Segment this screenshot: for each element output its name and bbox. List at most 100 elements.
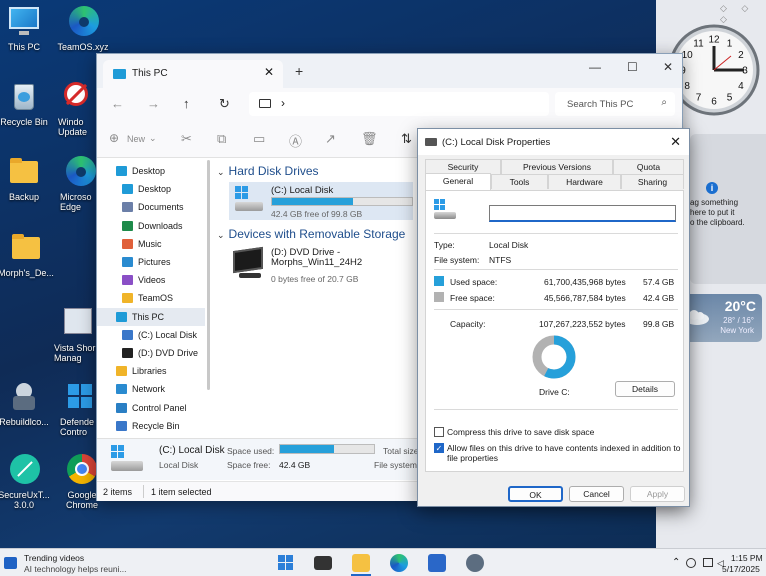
tab-previous-versions[interactable]: Previous Versions [501, 159, 613, 174]
desktop-icon-backup[interactable]: Backup [0, 155, 54, 202]
explorer-tab[interactable]: This PC ✕ [103, 60, 283, 88]
drive-free-text: 0 bytes free of 20.7 GB [271, 274, 359, 284]
nav-item[interactable]: Videos [97, 271, 205, 289]
index-label: Allow files on this drive to have conten… [447, 443, 681, 463]
group-label: Devices with Removable Storage [228, 227, 406, 241]
file-explorer-taskbar-icon[interactable] [352, 554, 370, 572]
separator [434, 269, 678, 270]
dialog-titlebar[interactable]: (C:) Local Disk Properties ✕ [418, 129, 689, 155]
tab-quota[interactable]: Quota [613, 159, 684, 174]
details-button[interactable]: Details [615, 381, 675, 397]
address-bar[interactable]: › [249, 92, 549, 116]
nav-item-label: Recycle Bin [132, 420, 180, 431]
nav-item[interactable]: Documents [97, 198, 205, 216]
tab-close-button[interactable]: ✕ [264, 65, 274, 79]
minimize-button[interactable]: — [589, 60, 601, 74]
group-removable-storage[interactable]: ⌄ Devices with Removable Storage [217, 227, 405, 241]
tab-security[interactable]: Security [425, 159, 501, 174]
free-space-swatch [434, 292, 444, 302]
dialog-close-button[interactable]: ✕ [670, 134, 681, 150]
desktop-icon-morphs[interactable]: Morph's_De... [0, 231, 58, 278]
nav-item[interactable]: This PC [97, 307, 205, 326]
desktop-icon-teamos[interactable]: TeamOS.xyz [53, 5, 113, 52]
paste-icon[interactable]: ▭ [253, 131, 265, 147]
compress-checkbox[interactable] [434, 427, 444, 437]
back-button[interactable]: ← [111, 96, 124, 111]
tab-tools[interactable]: Tools [491, 174, 548, 189]
desktop-icon-rebuild[interactable]: Rebuildlco... [0, 380, 54, 427]
nav-item[interactable]: (C:) Local Disk [97, 326, 205, 344]
nav-item[interactable]: Control Panel [97, 399, 205, 417]
refresh-button[interactable]: ↻ [219, 96, 230, 112]
new-tab-button[interactable]: + [295, 63, 303, 79]
clock-date[interactable]: 5/17/2025 [722, 564, 760, 574]
up-button[interactable]: ↑ [183, 96, 190, 111]
desktop-icon-defender[interactable]: Defende Contro [60, 380, 98, 437]
properties-dialog[interactable]: (C:) Local Disk Properties ✕ Security Pr… [417, 128, 690, 507]
desktop-icon-secureux[interactable]: SecureUxT... 3.0.0 [0, 453, 54, 510]
network-icon[interactable] [686, 558, 696, 568]
group-hard-disk-drives[interactable]: ⌄ Hard Disk Drives [217, 164, 319, 178]
edge-icon [64, 155, 98, 189]
desktop-icon-this-pc[interactable]: This PC [0, 5, 54, 52]
nav-item-icon [116, 311, 127, 322]
delete-icon[interactable]: 🗑 [361, 131, 378, 147]
general-tab-panel: Type: Local Disk File system: NTFS Used … [425, 190, 684, 472]
cut-icon[interactable]: ✂ [181, 131, 192, 147]
close-button[interactable]: ✕ [663, 60, 673, 74]
news-subtitle[interactable]: AI technology helps reuni... [24, 564, 127, 574]
desktop-icon-edge[interactable]: Microso Edge [60, 155, 98, 212]
breadcrumb-arrow[interactable]: › [281, 96, 285, 110]
nav-item[interactable]: Music [97, 235, 205, 253]
cancel-button[interactable]: Cancel [569, 486, 624, 502]
nav-item-label: Libraries [132, 366, 167, 377]
nav-item-label: Documents [138, 202, 184, 213]
nav-item[interactable]: Pictures [97, 253, 205, 271]
search-box[interactable]: Search This PC ⌕ [555, 92, 675, 116]
drive-label-input[interactable] [489, 205, 676, 222]
desktop-icon-recycle-bin[interactable]: Recycle Bin [0, 80, 54, 127]
explorer-titlebar[interactable]: This PC ✕ + — ☐ ✕ [97, 54, 682, 88]
nav-item[interactable]: Desktop [97, 162, 205, 180]
navigation-scrollbar[interactable] [207, 160, 210, 390]
tab-general[interactable]: General [425, 173, 491, 190]
nav-item[interactable]: Downloads [97, 217, 205, 235]
start-button[interactable] [277, 554, 295, 572]
new-button[interactable]: New [127, 134, 145, 144]
edge-taskbar-icon[interactable] [390, 554, 408, 572]
capacity-label: Capacity: [450, 319, 486, 329]
maximize-button[interactable]: ☐ [627, 60, 638, 74]
weather-gadget[interactable]: 20°C 28° / 16° New York [680, 294, 762, 342]
clock-time[interactable]: 1:15 PM [731, 553, 763, 563]
desktop-icon-vista-shortcut[interactable]: Vista Shor Manag [54, 306, 98, 363]
nav-item[interactable]: Recycle Bin [97, 417, 205, 435]
nav-item[interactable]: Libraries [97, 362, 205, 380]
tab-sharing[interactable]: Sharing [621, 174, 684, 189]
apply-button[interactable]: Apply [630, 486, 685, 502]
desktop-icon-label: SecureUxT... 3.0.0 [0, 490, 50, 510]
drive-c-tile[interactable]: (C:) Local Disk 42.4 GB free of 99.8 GB [229, 182, 413, 220]
nav-item-label: Pictures [138, 257, 171, 267]
copy-icon[interactable]: ⧉ [217, 131, 226, 147]
share-icon[interactable]: ↗ [325, 131, 336, 147]
desktop-icon-label: TeamOS.xyz [57, 42, 109, 52]
ok-button[interactable]: OK [508, 486, 563, 502]
sort-button[interactable]: ⇅ [401, 131, 412, 147]
news-title[interactable]: Trending videos [24, 553, 84, 563]
display-icon[interactable] [703, 558, 713, 567]
forward-button[interactable]: → [147, 96, 160, 111]
drive-d-tile[interactable]: (D:) DVD Drive - Morphs_Win11_24H2 0 byt… [229, 245, 413, 289]
index-checkbox[interactable]: ✓ [434, 443, 444, 453]
nav-item[interactable]: TeamOS [97, 289, 205, 307]
task-view-icon[interactable] [314, 556, 332, 570]
nav-item[interactable]: Desktop [97, 180, 205, 198]
tab-hardware[interactable]: Hardware [548, 174, 621, 189]
nav-item[interactable]: Network [97, 380, 205, 398]
rename-icon[interactable]: Ⓐ [289, 131, 302, 150]
nav-item[interactable]: (D:) DVD Drive [97, 344, 205, 362]
tray-overflow-icon[interactable]: ⌃ [672, 557, 680, 568]
nav-item-label: Network [132, 384, 166, 395]
store-icon[interactable] [428, 554, 446, 572]
settings-gear-icon[interactable] [466, 554, 484, 572]
desktop-icon-windows-update[interactable]: Windo Update [58, 80, 98, 137]
